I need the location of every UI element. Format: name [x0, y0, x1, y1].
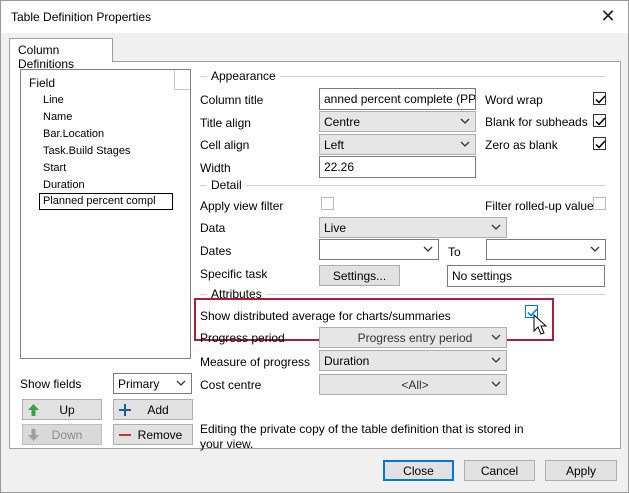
- table-definition-dialog: Table Definition Properties ✕ Column Def…: [0, 0, 629, 493]
- close-icon[interactable]: ✕: [598, 6, 618, 26]
- down-button[interactable]: Down: [22, 424, 102, 445]
- arrow-up-icon: [28, 404, 39, 416]
- apply-button[interactable]: Apply: [545, 460, 617, 481]
- dates-label: Dates: [200, 244, 232, 258]
- list-item[interactable]: Duration: [43, 179, 85, 191]
- plus-icon: [119, 404, 131, 416]
- data-label: Data: [200, 221, 226, 235]
- data-select[interactable]: Live: [319, 217, 507, 238]
- width-label: Width: [200, 161, 231, 175]
- to-label: To: [448, 245, 461, 259]
- chevron-down-icon: [491, 334, 501, 340]
- cost-centre-select[interactable]: <All>: [319, 374, 507, 395]
- list-item[interactable]: Bar.Location: [43, 128, 104, 140]
- zero-blank-label: Zero as blank: [485, 138, 558, 152]
- title-align-value: Centre: [324, 115, 361, 129]
- arrow-down-icon: [28, 429, 39, 441]
- cost-centre-label: Cost centre: [200, 378, 262, 392]
- field-list-header: Field: [29, 76, 56, 90]
- minus-icon: [119, 434, 131, 436]
- word-wrap-checkbox[interactable]: [593, 92, 606, 105]
- filter-rolled-checkbox[interactable]: [593, 197, 606, 210]
- zero-blank-checkbox[interactable]: [593, 137, 606, 150]
- blank-subheads-checkbox[interactable]: [593, 114, 606, 127]
- title-align-select[interactable]: Centre: [319, 111, 476, 132]
- progress-period-select[interactable]: Progress entry period: [319, 327, 507, 348]
- list-item[interactable]: Line: [43, 94, 64, 106]
- chevron-down-icon: [590, 246, 600, 252]
- title-bar: Table Definition Properties ✕: [1, 1, 628, 33]
- filter-rolled-label: Filter rolled-up values: [485, 199, 600, 213]
- apply-view-filter-label: Apply view filter: [200, 199, 284, 213]
- column-title-input[interactable]: anned percent complete (PPC): [319, 88, 476, 110]
- list-item-selected[interactable]: Planned percent compl: [39, 193, 173, 210]
- tab-column-definitions[interactable]: Column Definitions: [9, 38, 113, 71]
- cell-align-value: Left: [324, 138, 345, 152]
- settings-value: No settings: [447, 265, 605, 287]
- checkmark-icon: [595, 95, 606, 104]
- list-scroll-edge: [174, 70, 190, 90]
- add-label: Add: [147, 403, 169, 417]
- specific-task-label: Specific task: [200, 267, 268, 281]
- progress-period-value: Progress entry period: [357, 331, 473, 345]
- list-item[interactable]: Task.Build Stages: [43, 145, 130, 157]
- detail-divider: [200, 185, 605, 186]
- list-item[interactable]: Name: [43, 111, 72, 123]
- chevron-down-icon: [491, 357, 501, 363]
- checkmark-icon: [595, 140, 606, 149]
- close-button[interactable]: Close: [383, 460, 454, 481]
- word-wrap-label: Word wrap: [485, 93, 543, 107]
- chevron-down-icon: [491, 381, 501, 387]
- settings-button[interactable]: Settings...: [319, 265, 400, 286]
- checkmark-icon: [595, 117, 606, 126]
- measure-progress-label: Measure of progress: [200, 355, 311, 369]
- show-fields-value: Primary: [118, 377, 160, 391]
- list-item[interactable]: Start: [43, 162, 66, 174]
- chevron-down-icon: [460, 141, 470, 147]
- show-fields-label: Show fields: [20, 377, 82, 391]
- cost-centre-value: <All>: [401, 378, 429, 392]
- appearance-heading: Appearance: [207, 69, 280, 83]
- chevron-down-icon: [176, 380, 186, 386]
- show-fields-select[interactable]: Primary: [113, 373, 192, 394]
- dates-to-select[interactable]: [486, 239, 606, 260]
- chevron-down-icon: [423, 246, 433, 252]
- apply-view-filter-checkbox[interactable]: [321, 197, 334, 210]
- measure-progress-select[interactable]: Duration: [319, 350, 507, 371]
- field-list[interactable]: Field Line Name Bar.Location Task.Build …: [20, 69, 191, 359]
- down-label: Down: [51, 428, 83, 442]
- info-text: Editing the private copy of the table de…: [200, 422, 524, 451]
- detail-heading: Detail: [207, 178, 246, 192]
- measure-progress-value: Duration: [324, 354, 370, 368]
- title-align-label: Title align: [200, 116, 251, 130]
- up-label: Up: [59, 403, 75, 417]
- remove-button[interactable]: Remove: [113, 424, 193, 445]
- dates-from-select[interactable]: [319, 239, 439, 260]
- add-button[interactable]: Add: [113, 399, 193, 420]
- cell-align-label: Cell align: [200, 138, 250, 152]
- column-title-label: Column title: [200, 93, 264, 107]
- chevron-down-icon: [491, 224, 501, 230]
- width-input[interactable]: 22.26: [319, 156, 476, 178]
- window-title: Table Definition Properties: [11, 10, 152, 24]
- blank-subheads-label: Blank for subheads: [485, 115, 588, 129]
- cancel-button[interactable]: Cancel: [464, 460, 535, 481]
- progress-period-label: Progress period: [200, 331, 285, 345]
- remove-label: Remove: [137, 428, 183, 442]
- data-value: Live: [324, 221, 347, 235]
- chevron-down-icon: [460, 118, 470, 124]
- cell-align-select[interactable]: Left: [319, 134, 476, 155]
- up-button[interactable]: Up: [22, 399, 102, 420]
